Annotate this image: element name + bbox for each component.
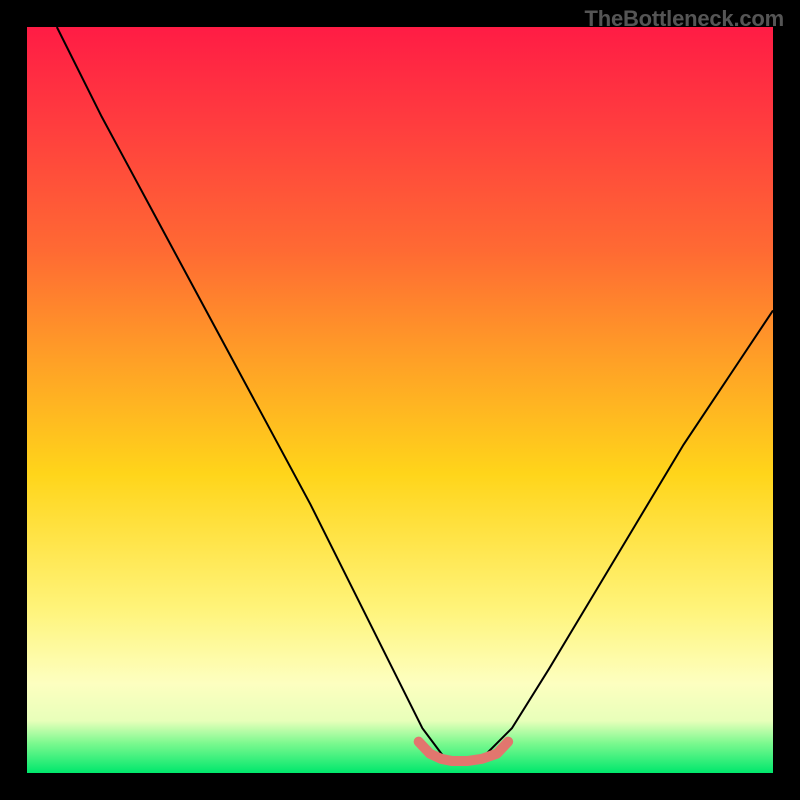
chart-stage: TheBottleneck.com bbox=[0, 0, 800, 800]
chart-svg bbox=[27, 27, 773, 773]
series-bottleneck-curve bbox=[57, 27, 773, 758]
watermark-label: TheBottleneck.com bbox=[584, 6, 784, 32]
plot-area bbox=[27, 27, 773, 773]
